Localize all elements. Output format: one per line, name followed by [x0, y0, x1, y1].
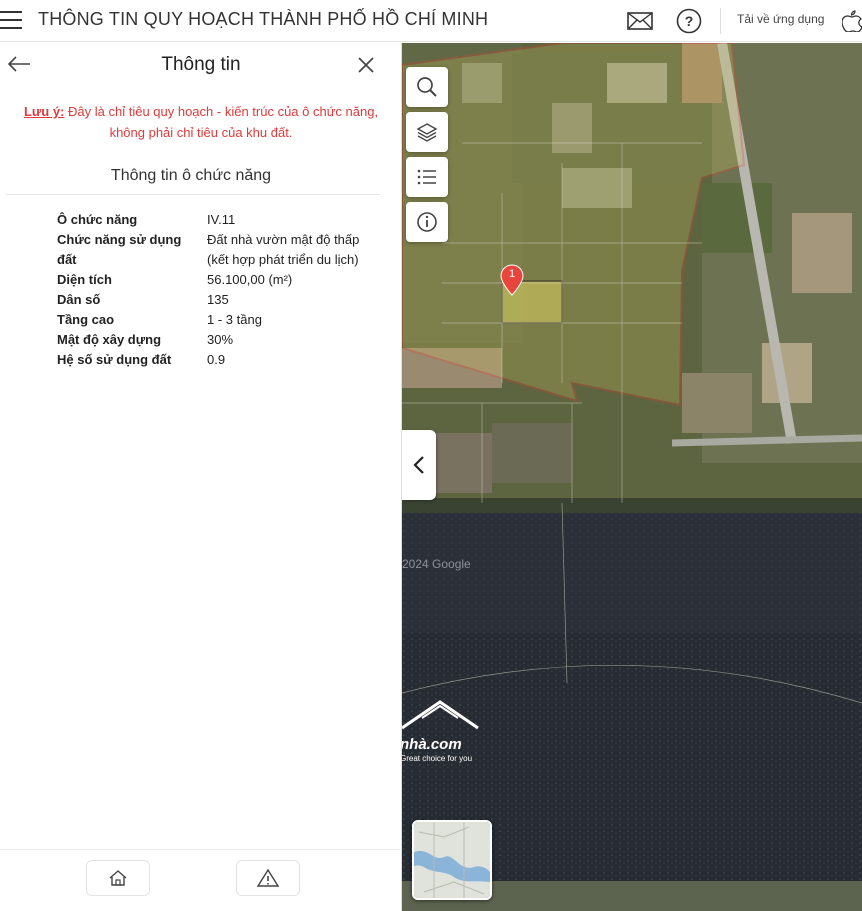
- satellite-map[interactable]: 1 2024 Google nhà.com Great choice for y…: [402, 43, 862, 911]
- minimap-thumbnail[interactable]: [412, 820, 492, 900]
- info-row: Chức năng sử dụng đất Đất nhà vườn mật đ…: [57, 230, 377, 270]
- info-row: Diện tích 56.100,00 (m²): [57, 270, 377, 290]
- watermark-logo: nhà.com Great choice for you: [402, 698, 490, 768]
- list-icon[interactable]: [406, 157, 448, 197]
- info-value: Đất nhà vườn mật độ thấp (kết hợp phát t…: [207, 232, 360, 267]
- marker-label: 1: [508, 268, 516, 280]
- info-key: Diện tích: [57, 272, 112, 287]
- info-value: 1 - 3 tầng: [207, 312, 262, 327]
- help-icon[interactable]: ?: [676, 8, 702, 34]
- collapse-panel-button[interactable]: [402, 430, 436, 500]
- info-key: Tầng cao: [57, 312, 115, 327]
- info-value: 30%: [207, 332, 234, 347]
- apple-icon[interactable]: [842, 8, 862, 34]
- layers-icon[interactable]: [406, 112, 448, 152]
- map-copyright: 2024 Google: [402, 557, 471, 571]
- top-bar: THÔNG TIN QUY HOẠCH THÀNH PHỐ HỒ CHÍ MIN…: [0, 0, 862, 42]
- chevron-left-icon: [413, 456, 424, 474]
- section-divider: [6, 194, 380, 195]
- report-issue-button[interactable]: [236, 860, 300, 896]
- info-row: Hệ số sử dụng đất 0.9: [57, 350, 377, 370]
- info-key: Hệ số sử dụng đất: [57, 352, 172, 367]
- info-row: Tầng cao 1 - 3 tầng: [57, 310, 377, 330]
- close-icon[interactable]: [356, 55, 376, 75]
- info-row: Mật độ xây dựng 30%: [57, 330, 377, 350]
- panel-footer: [0, 849, 402, 911]
- info-key: Chức năng sử dụng đất: [57, 232, 182, 267]
- watermark-subtext: Great choice for you: [402, 754, 473, 763]
- land-house-icon: [109, 870, 127, 886]
- satellite-imagery: [402, 43, 862, 911]
- info-key: Mật độ xây dựng: [57, 332, 162, 347]
- info-panel: Thông tin Lưu ý: Đây là chỉ tiêu quy hoạ…: [0, 43, 402, 911]
- menu-icon[interactable]: [0, 11, 22, 29]
- info-row: Dân số 135: [57, 290, 377, 310]
- app-title: THÔNG TIN QUY HOẠCH THÀNH PHỐ HỒ CHÍ MIN…: [38, 9, 489, 29]
- watermark-text: nhà.com: [402, 736, 462, 753]
- info-value: IV.11: [207, 212, 236, 227]
- mail-icon[interactable]: [627, 8, 653, 34]
- info-value: 0.9: [207, 352, 226, 367]
- section-title: Thông tin ô chức năng: [110, 167, 272, 184]
- info-row: Ô chức năng IV.11: [57, 210, 377, 230]
- info-table: Ô chức năng IV.11 Chức năng sử dụng đất …: [57, 210, 377, 370]
- report-land-button[interactable]: [86, 860, 150, 896]
- info-key: Dân số: [57, 292, 101, 307]
- download-app-link[interactable]: Tải về ứng dụng: [737, 12, 824, 26]
- header-divider: [720, 8, 721, 34]
- search-icon[interactable]: [406, 67, 448, 107]
- info-key: Ô chức năng: [57, 212, 138, 227]
- warning-icon: [257, 868, 279, 887]
- info-icon[interactable]: [406, 202, 448, 242]
- note-text: Đây là chỉ tiêu quy hoạch - kiến trúc củ…: [64, 104, 379, 140]
- house-logo-icon: [402, 700, 479, 730]
- panel-header: Thông tin: [0, 43, 402, 87]
- info-value: 56.100,00 (m²): [207, 272, 293, 287]
- info-value: 135: [207, 292, 229, 307]
- note-label: Lưu ý:: [23, 104, 65, 119]
- svg-text:?: ?: [685, 13, 694, 29]
- panel-title: Thông tin: [161, 54, 241, 75]
- planning-note: Lưu ý: Đây là chỉ tiêu quy hoạch - kiến …: [10, 101, 392, 143]
